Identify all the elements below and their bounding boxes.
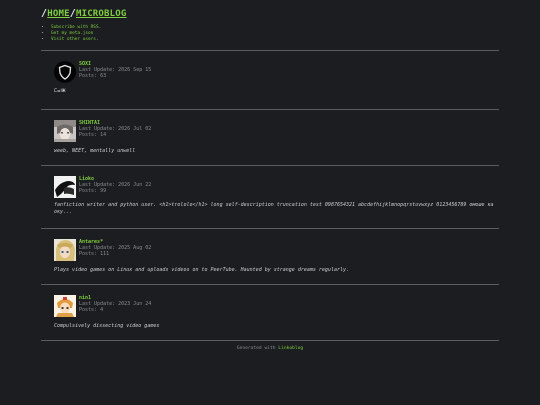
profile-name[interactable]: Lioko — [79, 176, 94, 182]
generator-link[interactable]: Linkoblog — [278, 346, 303, 351]
profile-meta: Lioko Last Update: 2026 Jun 22 Posts: 99 — [79, 176, 151, 195]
last-update: Last Update: 2026 Sep 15 — [79, 66, 152, 73]
footer: Generated with Linkoblog — [41, 346, 499, 351]
profile-entry: Lioko Last Update: 2026 Jun 22 Posts: 99… — [41, 166, 499, 228]
profile-bio: weeb, NEET, mentally unwell — [54, 147, 136, 154]
profile-header: Antares* Last Update: 2025 Aug 02 Posts:… — [41, 238, 499, 261]
avatar[interactable] — [54, 294, 76, 317]
avatar[interactable] — [54, 175, 76, 198]
profile-meta: SHINTAI Last Update: 2026 Jul 02 Posts: … — [79, 120, 151, 139]
profile-bio: Plays video games on Linux and uploads v… — [54, 266, 350, 273]
home-link[interactable]: HOME — [47, 9, 69, 19]
avatar[interactable] — [54, 238, 76, 261]
page-title: /HOME/MICROBLOG — [41, 8, 499, 19]
profile-entry: SOXI Last Update: 2026 Sep 15 Posts: 63 … — [41, 51, 499, 109]
links-list: Subscribe with RSS. Get my meta.json Vis… — [41, 25, 499, 44]
meta-json-link[interactable]: Get my meta.json — [51, 31, 93, 36]
post-count: Posts: 111 — [79, 251, 110, 258]
last-update: Last Update: 2023 Jun 24 — [79, 300, 152, 307]
anime-avatar-icon — [54, 294, 76, 317]
dark-avatar-icon — [54, 175, 76, 198]
anime-avatar-icon — [54, 238, 76, 261]
profile-entry: Antares* Last Update: 2025 Aug 02 Posts:… — [41, 229, 499, 284]
post-count: Posts: 99 — [79, 188, 107, 195]
last-update: Last Update: 2025 Aug 02 — [79, 244, 152, 251]
profile-header: SOXI Last Update: 2026 Sep 15 Posts: 63 — [41, 60, 499, 83]
post-count: Posts: 4 — [79, 307, 104, 314]
footer-text: Generated with — [236, 345, 276, 351]
profile-header: Lioko Last Update: 2026 Jun 22 Posts: 99 — [41, 175, 499, 198]
profile-bio: fanfiction writer and python user. <h1>t… — [54, 201, 494, 215]
page-container: /HOME/MICROBLOG Subscribe with RSS. Get … — [41, 8, 499, 351]
post-count: Posts: 14 — [79, 132, 107, 139]
profile-name[interactable]: nin1 — [79, 295, 91, 301]
avatar[interactable] — [54, 119, 76, 142]
profile-header: SHINTAI Last Update: 2026 Jul 02 Posts: … — [41, 119, 499, 142]
other-users-link[interactable]: Visit other users. — [51, 37, 99, 42]
separator — [41, 339, 499, 341]
rss-link[interactable]: Subscribe with RSS. — [51, 25, 101, 30]
microblog-link[interactable]: MICROBLOG — [76, 9, 127, 19]
profile-entry: SHINTAI Last Update: 2026 Jul 02 Posts: … — [41, 110, 499, 165]
last-update: Last Update: 2026 Jul 02 — [79, 125, 152, 132]
profile-name[interactable]: SOXI — [79, 61, 91, 67]
profile-meta: Antares* Last Update: 2025 Aug 02 Posts:… — [79, 239, 151, 258]
profile-entry: nin1 Last Update: 2023 Jun 24 Posts: 4 C… — [41, 285, 499, 340]
profile-header: nin1 Last Update: 2023 Jun 24 Posts: 4 — [41, 294, 499, 317]
anime-avatar-icon — [54, 119, 76, 142]
post-count: Posts: 63 — [79, 73, 107, 80]
profile-bio: ⵎⴰⵏⵥ — [54, 87, 66, 94]
profile-bio: Compulsively dissecting video games — [54, 322, 160, 329]
profile-meta: SOXI Last Update: 2026 Sep 15 Posts: 63 — [79, 61, 151, 80]
profile-name[interactable]: SHINTAI — [79, 120, 100, 126]
list-item: Visit other users. — [51, 37, 499, 43]
last-update: Last Update: 2026 Jun 22 — [79, 181, 152, 188]
shield-icon — [54, 60, 76, 83]
profile-name[interactable]: Antares* — [79, 239, 103, 245]
profile-meta: nin1 Last Update: 2023 Jun 24 Posts: 4 — [79, 295, 151, 314]
avatar[interactable] — [54, 60, 76, 83]
